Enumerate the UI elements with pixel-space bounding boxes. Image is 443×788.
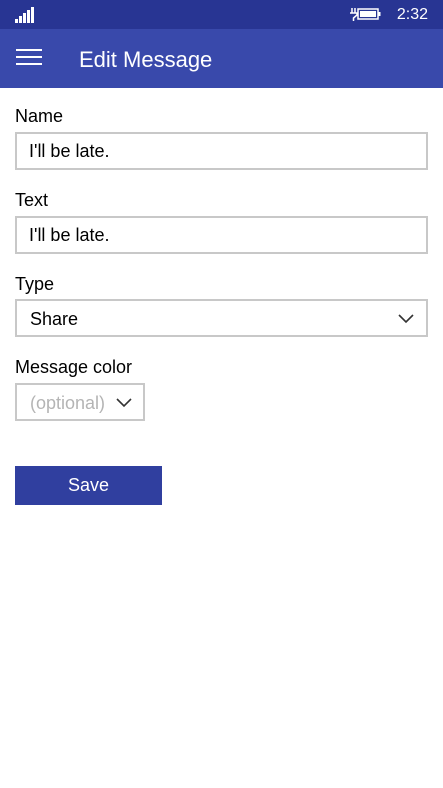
- signal-strength-icon: [15, 7, 34, 23]
- hamburger-menu-button[interactable]: [14, 46, 44, 70]
- chevron-down-icon: [116, 398, 132, 408]
- message-color-label: Message color: [15, 357, 133, 377]
- app-bar: Edit Message: [0, 29, 443, 88]
- name-label: Name: [15, 106, 64, 126]
- battery-charging-icon: [350, 8, 381, 21]
- hamburger-menu-icon: [16, 49, 42, 65]
- type-label: Type: [15, 274, 55, 294]
- page-title: Edit Message: [79, 47, 213, 72]
- save-button[interactable]: Save: [15, 466, 162, 505]
- name-input[interactable]: [15, 132, 428, 170]
- message-color-dropdown[interactable]: (optional): [15, 383, 145, 421]
- text-label: Text: [15, 190, 49, 210]
- status-bar: 2:32: [0, 0, 443, 29]
- type-dropdown[interactable]: Share: [15, 299, 428, 337]
- message-color-placeholder: (optional): [30, 393, 106, 413]
- status-time: 2:32: [396, 6, 428, 23]
- text-input[interactable]: [15, 216, 428, 254]
- type-selected-value: Share: [30, 309, 79, 329]
- chevron-down-icon: [398, 314, 414, 324]
